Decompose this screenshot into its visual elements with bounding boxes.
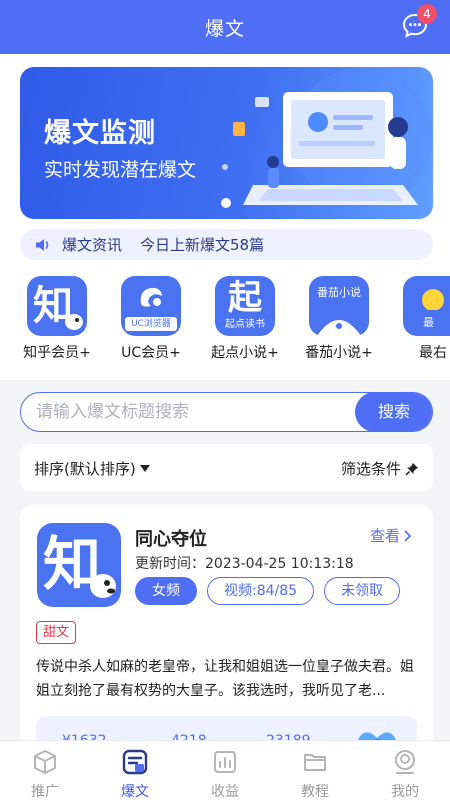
news-text: 今日上新爆文58篇 bbox=[140, 236, 265, 254]
news-ticker[interactable]: 爆文资讯 今日上新爆文58篇 bbox=[20, 229, 433, 260]
bottom-tab-bar: 推广 爆文 收益 教程 我的 bbox=[0, 740, 450, 800]
caret-down-icon bbox=[139, 465, 150, 472]
qidian-icon: 起 起点读书 bbox=[215, 276, 275, 336]
tab-articles[interactable]: 爆文 bbox=[90, 741, 180, 800]
banner-subtitle: 实时发现潜在爆文 bbox=[44, 159, 197, 181]
filter-bar: 排序(默认排序) 筛选条件 bbox=[20, 444, 433, 491]
promo-banner[interactable]: 爆文监测 实时发现潜在爆文 bbox=[20, 67, 433, 219]
filter-conditions-button[interactable]: 筛选条件 bbox=[341, 458, 419, 479]
platform-shortcuts: 知 知乎会员+ UC浏览器 UC会员+ 起 起点读书 起点小说+ 番茄小说 番茄… bbox=[0, 276, 450, 376]
zhihu-icon: 知 bbox=[37, 523, 121, 607]
app-zuiyou[interactable]: 最 最右 bbox=[388, 276, 450, 362]
tab-promote[interactable]: 推广 bbox=[0, 741, 90, 800]
app-label: 起点小说+ bbox=[211, 345, 279, 361]
page-title: 爆文 bbox=[204, 17, 245, 40]
app-fanqie[interactable]: 番茄小说 番茄小说+ bbox=[294, 276, 384, 362]
article-description: 传说中杀人如麻的老皇帝，让我和姐姐选一位皇子做夫君。姐姐立刻抢了最有权势的大皇子… bbox=[36, 659, 414, 699]
news-label: 爆文资讯 bbox=[62, 236, 123, 254]
view-link[interactable]: 查看 bbox=[370, 525, 413, 546]
app-label: 番茄小说+ bbox=[305, 345, 373, 361]
view-label: 查看 bbox=[369, 527, 400, 545]
article-card[interactable]: 知 同心夺位 查看 更新时间：2023-04-25 10:13:18 女频 视频… bbox=[20, 505, 433, 775]
tab-label: 我的 bbox=[391, 784, 419, 800]
tab-income[interactable]: 收益 bbox=[180, 741, 270, 800]
uc-browser-icon: UC浏览器 bbox=[121, 276, 181, 336]
filter-label: 筛选条件 bbox=[340, 460, 401, 478]
tab-label: 爆文 bbox=[121, 784, 149, 800]
search-button[interactable]: 搜索 bbox=[355, 393, 432, 431]
banner-indicator-dot[interactable] bbox=[221, 198, 231, 208]
fanqie-icon: 番茄小说 bbox=[309, 276, 369, 336]
banner-title: 爆文监测 bbox=[44, 118, 156, 149]
claim-status-tag[interactable]: 未领取 bbox=[324, 577, 401, 605]
unread-badge: 4 bbox=[417, 4, 437, 24]
video-count-tag: 视频:84/85 bbox=[207, 577, 315, 605]
tab-profile[interactable]: 我的 bbox=[360, 741, 450, 800]
app-page: 爆文 4 爆文监测 实时发现潜在爆文 爆文资讯 今日上新爆文58篇 知 知乎会员… bbox=[0, 0, 450, 800]
promote-icon bbox=[34, 749, 56, 775]
income-icon bbox=[214, 751, 236, 773]
app-qidian[interactable]: 起 起点读书 起点小说+ bbox=[200, 276, 290, 362]
search-input[interactable] bbox=[21, 393, 341, 431]
message-button[interactable]: 4 bbox=[402, 4, 437, 39]
sort-dropdown[interactable]: 排序(默认排序) bbox=[34, 458, 150, 479]
tab-label: 收益 bbox=[211, 784, 239, 800]
chevron-right-icon bbox=[404, 529, 412, 542]
tag-row: 女频 视频:84/85 未领取 bbox=[135, 577, 410, 605]
article-icon bbox=[122, 749, 148, 775]
sort-label: 排序(默认排序) bbox=[34, 460, 136, 478]
app-label: UC会员+ bbox=[121, 345, 181, 361]
update-time: 更新时间：2023-04-25 10:13:18 bbox=[135, 556, 354, 572]
search-bar: 搜索 bbox=[20, 392, 433, 432]
tab-label: 教程 bbox=[301, 784, 329, 800]
profile-icon bbox=[395, 750, 415, 774]
zuiyou-icon: 最 bbox=[403, 276, 450, 336]
speaker-icon bbox=[36, 238, 49, 251]
zhihu-icon: 知 bbox=[27, 276, 87, 336]
genre-badge: 甜文 bbox=[36, 621, 77, 644]
app-label: 最右 bbox=[419, 345, 447, 361]
article-title: 同心夺位 bbox=[135, 529, 207, 550]
app-uc[interactable]: UC浏览器 UC会员+ bbox=[106, 276, 196, 362]
pin-icon bbox=[405, 462, 418, 476]
top-nav-bar: 爆文 4 bbox=[0, 0, 450, 54]
category-tag: 女频 bbox=[135, 577, 197, 605]
app-label: 知乎会员+ bbox=[23, 345, 91, 361]
tab-label: 推广 bbox=[31, 784, 59, 800]
top-section: 爆文监测 实时发现潜在爆文 爆文资讯 今日上新爆文58篇 知 知乎会员+ UC浏… bbox=[0, 54, 450, 380]
app-zhihu[interactable]: 知 知乎会员+ bbox=[12, 276, 102, 362]
folder-icon bbox=[304, 754, 326, 771]
tab-tutorial[interactable]: 教程 bbox=[270, 741, 360, 800]
banner-illustration bbox=[222, 67, 433, 207]
